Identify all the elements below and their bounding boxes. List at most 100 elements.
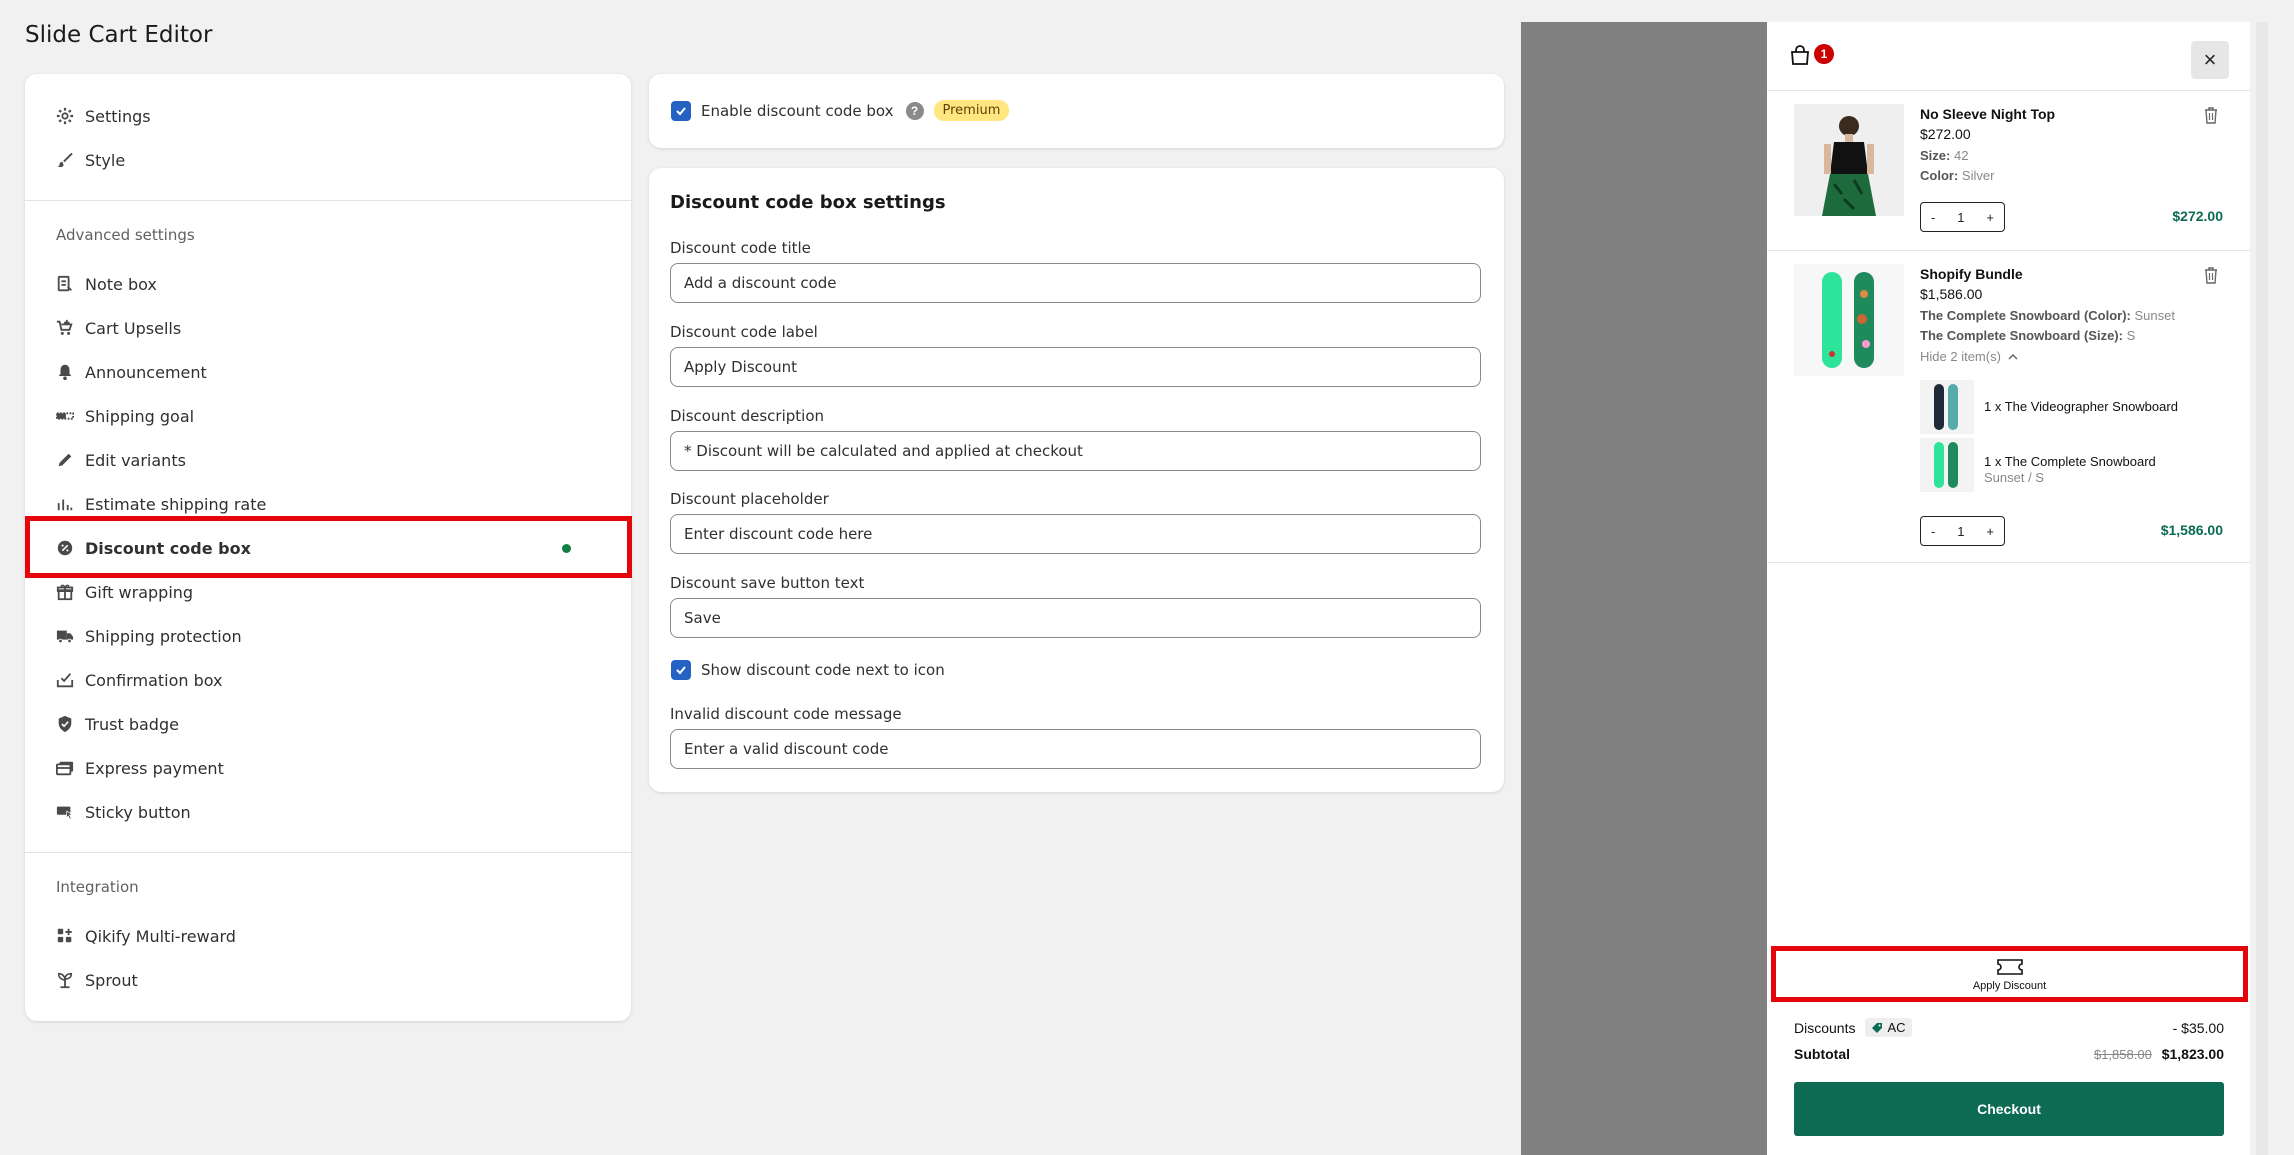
item-option: Color: Silver (1920, 168, 1995, 183)
enable-discount-row: Enable discount code box ? Premium (671, 100, 1010, 121)
product-image-shopify-bundle (1794, 264, 1904, 376)
ticket-icon (1996, 958, 2023, 975)
discount-save-text-label: Discount save button text (670, 574, 865, 592)
sidebar-item-note-box[interactable]: Note box (55, 266, 601, 302)
gift-icon (55, 582, 75, 602)
show-code-checkbox[interactable] (671, 660, 691, 680)
separator (1767, 562, 2250, 563)
sidebar-item-sprout[interactable]: Sprout (55, 962, 601, 998)
help-icon[interactable]: ? (905, 101, 924, 120)
discounts-label: Discounts (1794, 1019, 1856, 1036)
sidebar-item-label: Sticky button (85, 802, 191, 822)
sidebar-item-settings[interactable]: Settings (55, 98, 601, 134)
sidebar-item-label: Qikify Multi-reward (85, 926, 236, 946)
pencil-icon (55, 450, 75, 470)
page-title: Slide Cart Editor (25, 22, 213, 48)
sidebar-item-label: Confirmation box (85, 670, 223, 690)
sidebar-item-announcement[interactable]: Announcement (55, 354, 601, 390)
qty-value: 1 (1957, 523, 1965, 539)
item-price: $272.00 (1920, 126, 1971, 142)
discount-label-label: Discount code label (670, 323, 818, 341)
shopping-bag-icon (1791, 45, 1809, 65)
sidebar-item-label: Sprout (85, 970, 138, 990)
invalid-code-label: Invalid discount code message (670, 705, 902, 723)
cart-drawer-preview: 1 × No Sleeve Night Top $272.00 Size: 42… (1767, 22, 2250, 1155)
show-code-row: Show discount code next to icon (671, 660, 945, 680)
discount-title-input[interactable]: Add a discount code (670, 263, 1481, 303)
bundle-child-title: 1 x The Complete Snowboard (1984, 454, 2156, 469)
credit-card-icon (55, 758, 75, 778)
discount-placeholder-input[interactable]: Enter discount code here (670, 514, 1481, 554)
close-cart-button[interactable]: × (2191, 41, 2229, 79)
premium-badge: Premium (933, 100, 1010, 121)
sidebar-item-shipping-goal[interactable]: Shipping goal (55, 398, 601, 434)
sidebar-item-gift-wrapping[interactable]: Gift wrapping (55, 574, 601, 610)
item-price: $1,586.00 (1920, 286, 1983, 302)
item-option: Size: 42 (1920, 148, 1969, 163)
bundle-child-variant: Sunset / S (1984, 470, 2044, 485)
item-title[interactable]: Shopify Bundle (1920, 266, 2023, 282)
discount-label-input[interactable]: Apply Discount (670, 347, 1481, 387)
discount-description-input[interactable]: * Discount will be calculated and applie… (670, 431, 1481, 471)
subtotal-original: $1,858.00 (2093, 1047, 2152, 1062)
checkbox-tray-icon (55, 670, 75, 690)
sidebar-item-trust-badge[interactable]: Trust badge (55, 706, 601, 742)
discount-description-label: Discount description (670, 407, 825, 425)
truck-icon (55, 626, 75, 646)
discounts-row: Discounts AC - $35.00 (1794, 1018, 2224, 1037)
sidebar-item-sticky-button[interactable]: Sticky button (55, 794, 601, 830)
qty-minus-button[interactable]: - (1931, 524, 1935, 539)
trash-icon[interactable] (2203, 106, 2219, 124)
discount-code-tag: AC (1865, 1018, 1912, 1037)
qty-plus-button[interactable]: + (1986, 524, 1994, 539)
item-title[interactable]: No Sleeve Night Top (1920, 106, 2055, 122)
discount-save-text-input[interactable]: Save (670, 598, 1481, 638)
scrollbar-track[interactable] (2256, 22, 2268, 1155)
qty-plus-button[interactable]: + (1986, 210, 1994, 225)
bar-chart-icon (55, 494, 75, 514)
line-price: $1,586.00 (2160, 522, 2223, 538)
sidebar-item-label: Style (85, 150, 126, 170)
apply-discount-label: Apply Discount (1972, 979, 2047, 992)
sidebar-item-edit-variants[interactable]: Edit variants (55, 442, 601, 478)
separator (1767, 90, 2250, 91)
sidebar-item-label: Cart Upsells (85, 318, 182, 338)
progress-bar-icon (55, 406, 75, 426)
shield-check-icon (55, 714, 75, 734)
separator (1767, 250, 2250, 251)
brush-icon (55, 150, 75, 170)
sidebar-item-qikify-multi-reward[interactable]: Qikify Multi-reward (55, 918, 601, 954)
sidebar-item-style[interactable]: Style (55, 142, 601, 178)
sticky-button-icon (55, 802, 75, 822)
settings-panel-title: Discount code box settings (670, 192, 946, 213)
trash-icon[interactable] (2203, 266, 2219, 284)
quantity-stepper[interactable]: - 1 + (1920, 202, 2005, 232)
sidebar-item-label: Note box (85, 274, 157, 294)
page-scrollbar[interactable] (2250, 22, 2294, 1155)
apply-discount-button[interactable]: Apply Discount (1771, 946, 2248, 1002)
invalid-code-input[interactable]: Enter a valid discount code (670, 729, 1481, 769)
cart-count-badge: 1 (1814, 44, 1834, 64)
bundle-toggle[interactable]: Hide 2 item(s) (1920, 349, 2019, 364)
apps-icon (55, 926, 75, 946)
sidebar-item-confirmation-box[interactable]: Confirmation box (55, 662, 601, 698)
sidebar-item-label: Edit variants (85, 450, 186, 470)
sidebar-item-label: Announcement (85, 362, 207, 382)
subtotal-label: Subtotal (1794, 1046, 1850, 1062)
enable-discount-panel: Enable discount code box ? Premium (649, 74, 1504, 148)
cart-header: 1 × (1767, 22, 2250, 92)
gear-icon (55, 106, 75, 126)
checkout-button[interactable]: Checkout (1794, 1082, 2224, 1136)
enable-discount-checkbox[interactable] (671, 100, 691, 121)
app-root: Slide Cart Editor Settings Style Advance… (0, 0, 2294, 1155)
sidebar-item-cart-upsells[interactable]: Cart Upsells (55, 310, 601, 346)
cart-overlay-backdrop[interactable] (1521, 22, 1767, 1155)
sidebar-item-express-payment[interactable]: Express payment (55, 750, 601, 786)
enable-discount-label: Enable discount code box (701, 101, 894, 120)
chevron-up-icon (2008, 353, 2018, 360)
qty-minus-button[interactable]: - (1931, 210, 1935, 225)
quantity-stepper[interactable]: - 1 + (1920, 516, 2005, 546)
cart-upsell-icon (55, 318, 75, 338)
line-price: $272.00 (2172, 208, 2223, 224)
sidebar-item-shipping-protection[interactable]: Shipping protection (55, 618, 601, 654)
